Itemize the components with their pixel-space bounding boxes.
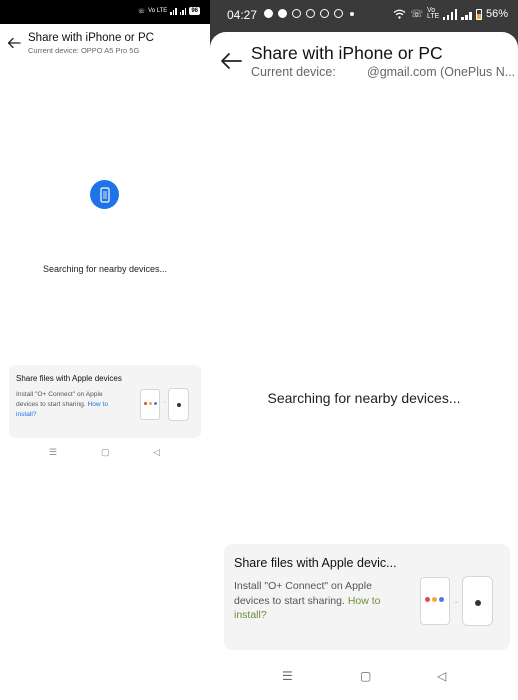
card-description: Install "O+ Connect" on Apple devices to… <box>16 390 124 420</box>
status-icons: ☏ Vo LTE 96 <box>138 7 200 15</box>
current-device-account: @gmail.com (OnePlus N... <box>367 65 516 79</box>
back-arrow-icon[interactable] <box>220 52 242 70</box>
home-nav-icon[interactable]: ▢ <box>101 447 110 458</box>
volte-label: Vo LTE <box>426 7 440 20</box>
battery-icon <box>475 8 482 20</box>
app-dots-icon <box>144 402 157 405</box>
app-notification-icon <box>278 9 287 18</box>
android-phone-illustration <box>420 577 450 625</box>
searching-indicator <box>90 180 119 209</box>
current-device-label: Current device: @gmail.com (OnePlus N... <box>251 65 515 79</box>
signal-icon <box>170 7 177 15</box>
status-bar: ☏ Vo LTE 96 <box>0 0 210 24</box>
call-icon: ☏ <box>410 8 423 20</box>
apple-share-card: Share files with Apple devic... Install … <box>224 544 510 650</box>
transfer-arrow-icon: → <box>453 599 459 605</box>
volte-label: Vo LTE <box>148 8 168 14</box>
searching-status-text: Searching for nearby devices... <box>267 390 461 406</box>
notification-icons <box>264 9 354 18</box>
signal-icon-2 <box>179 7 187 15</box>
card-title: Share files with Apple devices <box>16 374 122 383</box>
card-description: Install "O+ Connect" on Apple devices to… <box>234 579 394 623</box>
battery-icon: 96 <box>189 7 200 15</box>
current-device-label: Current device: OPPO A5 Pro 5G <box>28 46 140 55</box>
instagram-icon-2 <box>306 9 315 18</box>
app-dots-icon <box>425 597 444 602</box>
transfer-arrow-icon: → <box>162 399 167 405</box>
share-sheet: Share with iPhone or PC Current device: … <box>0 24 210 700</box>
status-icons: ☏ Vo LTE 56% <box>393 7 508 20</box>
status-bar: 04:27 ☏ Vo LTE 56% <box>210 0 518 30</box>
iphone-illustration <box>462 576 493 626</box>
wifi-icon <box>394 9 406 19</box>
right-phone-screen: 04:27 ☏ Vo LTE 56% Share with iPhone or … <box>210 0 518 700</box>
android-phone-illustration <box>140 389 160 420</box>
signal-icon-2 <box>461 9 472 20</box>
phone-icon <box>99 186 110 203</box>
iphone-illustration <box>168 388 189 421</box>
page-title: Share with iPhone or PC <box>251 43 443 63</box>
left-phone-screen: ☏ Vo LTE 96 Share with iPhone or PC Curr… <box>0 0 210 700</box>
current-device-prefix: Current device: <box>251 65 336 79</box>
menu-nav-icon[interactable]: ☰ <box>282 669 293 683</box>
share-sheet: Share with iPhone or PC Current device: … <box>210 32 518 700</box>
status-time: 04:27 <box>227 8 258 22</box>
page-title: Share with iPhone or PC <box>28 32 154 44</box>
threads-icon <box>320 9 329 18</box>
connect-dot-icon <box>177 403 181 407</box>
battery-percent: 56% <box>485 8 508 20</box>
searching-status-text: Searching for nearby devices... <box>42 264 168 274</box>
more-notifications-icon <box>350 11 354 16</box>
card-title: Share files with Apple devic... <box>234 556 397 570</box>
call-icon: ☏ <box>137 8 146 15</box>
back-nav-icon[interactable]: ◁ <box>153 447 160 458</box>
menu-nav-icon[interactable]: ☰ <box>49 447 57 458</box>
instagram-icon-3 <box>334 9 343 18</box>
apple-share-card: Share files with Apple devices Install "… <box>9 365 201 438</box>
connect-dot-icon <box>475 600 481 606</box>
instagram-icon <box>292 9 301 18</box>
back-nav-icon[interactable]: ◁ <box>437 669 446 683</box>
navigation-bar: ☰ ▢ ◁ <box>0 447 210 461</box>
navigation-bar: ☰ ▢ ◁ <box>210 669 518 689</box>
back-arrow-icon[interactable] <box>7 37 21 49</box>
home-nav-icon[interactable]: ▢ <box>360 669 371 683</box>
chat-notification-icon <box>264 9 273 18</box>
signal-icon <box>442 8 458 20</box>
